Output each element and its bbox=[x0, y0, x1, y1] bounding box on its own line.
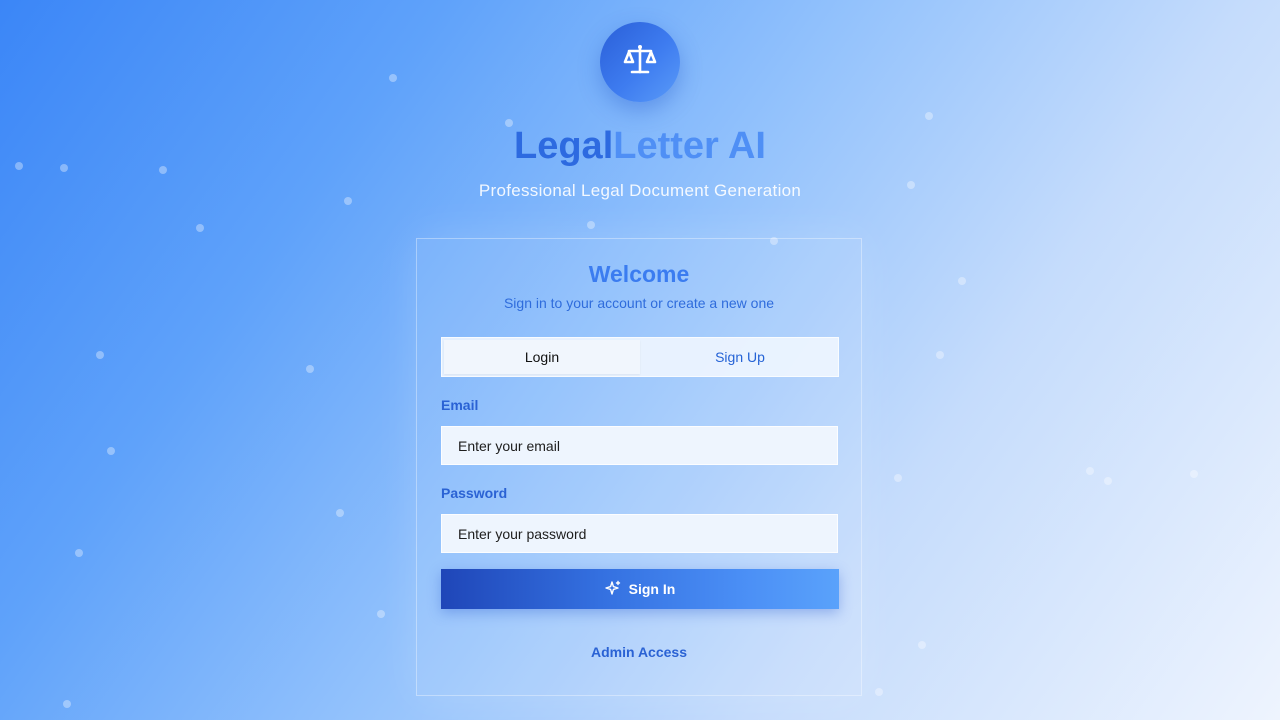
scale-icon bbox=[621, 41, 659, 84]
background-dot bbox=[377, 610, 385, 618]
background-dot bbox=[587, 221, 595, 229]
background-dot bbox=[336, 509, 344, 517]
background-dot bbox=[1104, 477, 1112, 485]
background-dot bbox=[958, 277, 966, 285]
sign-in-label: Sign In bbox=[628, 581, 676, 597]
tab-sign-up[interactable]: Sign Up bbox=[642, 338, 838, 376]
email-label: Email bbox=[441, 397, 479, 413]
app-logo bbox=[600, 22, 680, 102]
background-dot bbox=[75, 549, 83, 557]
password-field[interactable] bbox=[441, 514, 838, 553]
background-dot bbox=[306, 365, 314, 373]
auth-card: Welcome Sign in to your account or creat… bbox=[416, 238, 862, 696]
email-field[interactable] bbox=[441, 426, 838, 465]
background-dot bbox=[63, 700, 71, 708]
background-dot bbox=[1086, 467, 1094, 475]
background-dot bbox=[107, 447, 115, 455]
background-dot bbox=[894, 474, 902, 482]
background-dot bbox=[918, 641, 926, 649]
sparkles-icon bbox=[604, 580, 621, 599]
app-title-primary: Legal bbox=[514, 125, 614, 167]
background-dot bbox=[96, 351, 104, 359]
app-subtitle: Professional Legal Document Generation bbox=[478, 181, 802, 200]
sign-in-button[interactable]: Sign In bbox=[441, 569, 839, 609]
auth-tabs: Login Sign Up bbox=[441, 337, 839, 377]
admin-access-link[interactable]: Admin Access bbox=[417, 644, 861, 660]
background-dot bbox=[936, 351, 944, 359]
background-dot bbox=[389, 74, 397, 82]
background-dot bbox=[925, 112, 933, 120]
tab-login[interactable]: Login bbox=[444, 340, 640, 374]
app-title-secondary: Letter AI bbox=[613, 125, 766, 167]
background-dot bbox=[196, 224, 204, 232]
password-label: Password bbox=[441, 485, 508, 501]
background-dot bbox=[875, 688, 883, 696]
card-title: Welcome bbox=[588, 261, 690, 287]
background-dot bbox=[1190, 470, 1198, 478]
card-subtitle: Sign in to your account or create a new … bbox=[503, 295, 775, 311]
app-title: LegalLetter AI bbox=[0, 124, 1280, 168]
